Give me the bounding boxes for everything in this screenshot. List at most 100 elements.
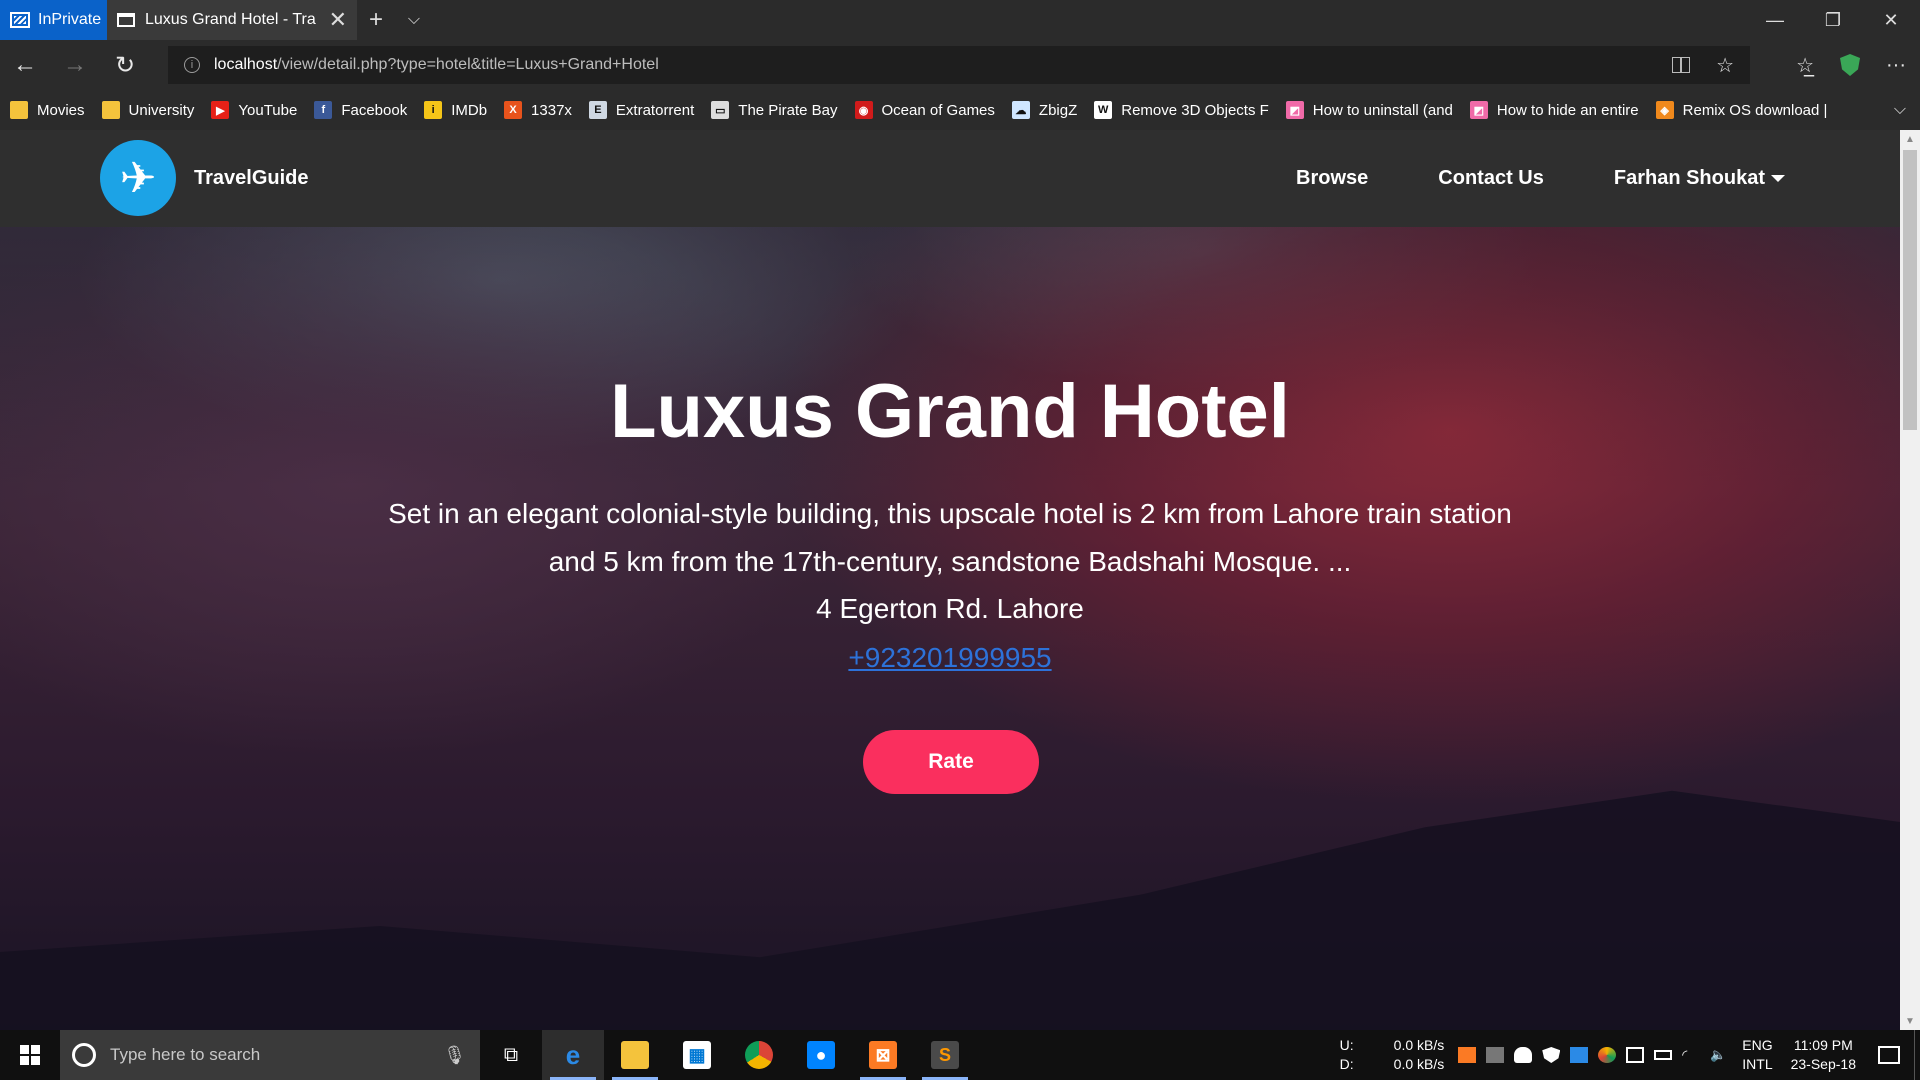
file-explorer-taskbar-icon[interactable] [604, 1030, 666, 1080]
tray-icons: ◜ 🔈 [1458, 1047, 1728, 1063]
favorite-label: How to uninstall (and [1312, 101, 1453, 119]
favorite-label: IMDb [451, 101, 488, 119]
net-speed-meter: U: D: 0.0 kB/s 0.0 kB/s [1340, 1036, 1445, 1074]
messenger-taskbar-icon[interactable]: ● [790, 1030, 852, 1080]
favorite-label: The Pirate Bay [738, 101, 838, 119]
site-info-icon[interactable]: i [184, 57, 200, 73]
tab-title: Luxus Grand Hotel - Tra [145, 11, 316, 28]
scroll-thumb[interactable] [1903, 150, 1917, 430]
task-view-icon[interactable]: ⧉ [480, 1030, 542, 1080]
favorite-label: YouTube [238, 101, 298, 119]
taskbar-search[interactable]: Type here to search 🎙 [60, 1030, 480, 1080]
net-down-value: 0.0 kB/s [1393, 1056, 1445, 1072]
net-down-label: D: [1339, 1056, 1354, 1072]
volume-tray-icon[interactable]: 🔈 [1710, 1047, 1728, 1063]
sublime-taskbar-icon[interactable]: S [914, 1030, 976, 1080]
ocean-of-games-icon: ◉ [854, 101, 873, 119]
favorite-item[interactable]: ◉ Ocean of Games [854, 101, 995, 119]
url-path: /view/detail.php?type=hotel&title=Luxus+… [277, 56, 659, 73]
minimize-icon[interactable]: — [1746, 0, 1804, 40]
favorites-overflow-chevron-icon[interactable]: ⌵ [1894, 101, 1906, 119]
browser-tab[interactable]: Luxus Grand Hotel - Tra ✕ [107, 0, 357, 40]
back-arrow-icon[interactable]: ← [0, 40, 50, 90]
cortana-icon [72, 1043, 96, 1067]
new-tab-icon[interactable]: + [357, 0, 395, 40]
snowflake-tray-icon[interactable] [1570, 1047, 1589, 1063]
pink-page-icon: ◩ [1469, 101, 1488, 119]
favorite-item[interactable]: ▶ YouTube [211, 101, 297, 119]
favorite-label: University [128, 101, 195, 119]
address-bar-actions: ☆̲ ··· [1796, 40, 1920, 90]
favorite-label: How to hide an entire [1496, 101, 1639, 119]
web-page: ✈ TravelGuide Browse Contact Us Farhan S… [0, 130, 1920, 1030]
battery-tray-icon[interactable] [1654, 1050, 1673, 1060]
cloud-tray-icon[interactable] [1514, 1047, 1533, 1063]
more-options-icon[interactable]: ··· [1886, 54, 1906, 77]
wifi-tray-icon[interactable]: ◜ [1682, 1047, 1700, 1063]
url-field[interactable]: i localhost/view/detail.php?type=hotel&t… [168, 46, 1750, 84]
1337x-icon: X [504, 101, 523, 119]
refresh-icon[interactable]: ↻ [100, 40, 150, 90]
xampp-taskbar-icon[interactable]: ⊠ [852, 1030, 914, 1080]
forward-arrow-icon[interactable]: → [50, 40, 100, 90]
piratebay-icon: ▭ [711, 101, 730, 119]
folder-icon [101, 101, 120, 119]
inprivate-label: InPrivate [38, 11, 102, 28]
chrome-taskbar-icon[interactable] [728, 1030, 790, 1080]
extension-shield-icon[interactable] [1840, 54, 1861, 76]
page-scrollbar[interactable]: ▲ ▼ [1900, 130, 1920, 1030]
window-controls: — ❐ ✕ [1746, 0, 1920, 40]
device-tray-icon[interactable] [1486, 1047, 1505, 1063]
hotel-address: 4 Egerton Rd. Lahore [816, 593, 1084, 624]
favorite-item[interactable]: X 1337x [504, 101, 572, 119]
favorite-label: Facebook [341, 101, 408, 119]
favorite-item[interactable]: i IMDb [424, 101, 487, 119]
clock[interactable]: 11:09 PM 23-Sep-18 [1791, 1036, 1856, 1074]
restore-icon[interactable]: ❐ [1804, 0, 1862, 40]
favorite-item[interactable]: E Extratorrent [588, 101, 694, 119]
colorful-tray-icon[interactable] [1598, 1047, 1617, 1063]
language-indicator[interactable]: ENG INTL [1742, 1036, 1772, 1074]
xampp-tray-icon[interactable] [1458, 1047, 1477, 1063]
clock-date: 23-Sep-18 [1790, 1056, 1856, 1072]
show-desktop-button[interactable] [1914, 1030, 1920, 1080]
action-center-icon[interactable] [1878, 1046, 1900, 1064]
url-text: localhost/view/detail.php?type=hotel&tit… [214, 56, 659, 74]
store-taskbar-icon[interactable]: ▦ [666, 1030, 728, 1080]
hotel-phone: +923201999955 [0, 634, 1900, 682]
defender-tray-icon[interactable] [1542, 1047, 1561, 1063]
youtube-icon: ▶ [211, 101, 230, 119]
favorite-item[interactable]: ◩ How to hide an entire [1469, 101, 1639, 119]
scroll-up-icon[interactable]: ▲ [1900, 130, 1920, 148]
favorite-item[interactable]: W Remove 3D Objects F [1094, 101, 1269, 119]
close-tab-icon[interactable]: ✕ [329, 7, 347, 33]
hotel-title: Luxus Grand Hotel [610, 369, 1290, 454]
favorite-star-icon[interactable]: ☆ [1716, 53, 1734, 78]
favorite-item[interactable]: ◩ How to uninstall (and [1285, 101, 1453, 119]
favorite-item[interactable]: Movies [10, 101, 85, 119]
url-host: localhost [214, 56, 278, 73]
scroll-down-icon[interactable]: ▼ [1900, 1012, 1920, 1030]
edge-taskbar-icon[interactable]: e [542, 1030, 604, 1080]
tab-bar: InPrivate Luxus Grand Hotel - Tra ✕ + ⌵ … [0, 0, 1920, 40]
reading-view-icon[interactable] [1672, 57, 1691, 73]
favorite-item[interactable]: University [101, 101, 195, 119]
microphone-icon[interactable]: 🎙 [443, 1045, 466, 1066]
rate-button[interactable]: Rate [863, 730, 1039, 794]
favorite-label: Ocean of Games [881, 101, 995, 119]
hotel-description: Set in an elegant colonial-style buildin… [388, 498, 1512, 577]
favorites-hub-icon[interactable]: ☆̲ [1796, 53, 1814, 78]
favorite-item[interactable]: ☁ ZbigZ [1011, 101, 1077, 119]
tab-list-chevron-icon[interactable]: ⌵ [395, 0, 433, 40]
favorite-label: 1337x [531, 101, 572, 119]
close-window-icon[interactable]: ✕ [1862, 0, 1920, 40]
pen-tray-icon[interactable] [1626, 1047, 1645, 1063]
hotel-phone-link[interactable]: +923201999955 [848, 642, 1051, 673]
inprivate-icon [10, 12, 30, 28]
favorite-item[interactable]: ▭ The Pirate Bay [711, 101, 838, 119]
favorite-item[interactable]: f Facebook [314, 101, 407, 119]
start-button[interactable] [0, 1030, 60, 1080]
net-up-label: U: [1339, 1037, 1354, 1053]
search-placeholder: Type here to search [110, 1045, 261, 1064]
favorite-item[interactable]: ◈ Remix OS download | [1655, 101, 1827, 119]
